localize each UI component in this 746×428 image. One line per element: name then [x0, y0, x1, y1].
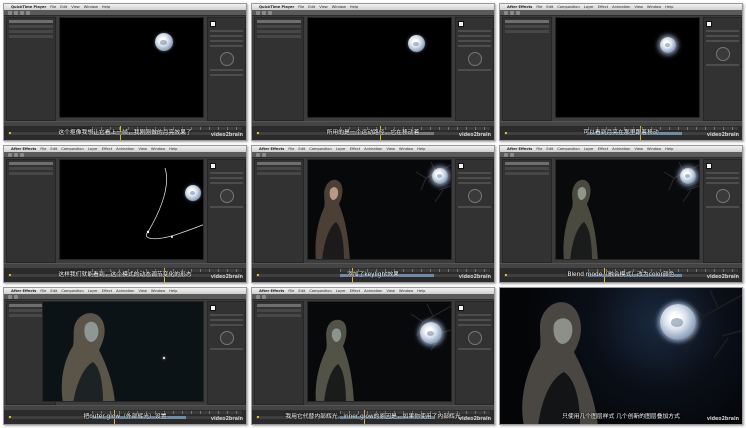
moon [432, 168, 448, 184]
frame-4[interactable]: After Effects File Edit Composition Laye… [3, 145, 247, 283]
composition-viewer[interactable] [59, 159, 204, 260]
selection-tool-icon[interactable] [8, 11, 12, 15]
watermark-logo: video2brain [210, 417, 243, 422]
watermark-logo: video2brain [210, 275, 243, 280]
woman-figure [315, 319, 354, 401]
zoom-tool-icon[interactable] [20, 11, 24, 15]
moon [660, 304, 696, 340]
hand-tool-icon[interactable] [14, 295, 18, 299]
frame-2[interactable]: QuickTime Player File Edit View Window H… [251, 3, 495, 141]
toolbar [500, 10, 742, 16]
toolbar [252, 294, 494, 300]
selection-tool-icon[interactable] [8, 295, 12, 299]
composition-viewer[interactable] [42, 301, 204, 402]
tree-branches [683, 289, 742, 359]
subtitle: Blend mode（融合模式）改为color颜色 [567, 272, 675, 278]
subtitle: 添加了keylight效果 [347, 272, 399, 278]
final-render [500, 288, 742, 424]
zoom-tool-icon[interactable] [516, 11, 520, 15]
selection-tool-icon[interactable] [504, 11, 508, 15]
subtitle: 可以看到月亮在那里跟着移动 [583, 130, 659, 136]
subtitle: 这个抠像我想让它看上一帧，我刚刚做的月亮效果了 [58, 130, 192, 136]
effects-panel[interactable] [455, 17, 494, 121]
zoom-tool-icon[interactable] [20, 153, 24, 157]
composition-viewer[interactable] [307, 17, 452, 118]
watermark-logo: video2brain [458, 275, 491, 280]
star [163, 357, 165, 359]
effects-panel[interactable] [207, 301, 246, 405]
watermark-logo: video2brain [458, 417, 491, 422]
watermark-logo: video2brain [706, 133, 739, 138]
effects-panel[interactable] [207, 159, 246, 263]
selection-tool-icon[interactable] [504, 153, 508, 157]
project-panel[interactable] [502, 159, 552, 263]
selection-tool-icon[interactable] [256, 153, 260, 157]
selection-tool-icon[interactable] [8, 153, 12, 157]
effects-panel[interactable] [703, 17, 742, 121]
hand-tool-icon[interactable] [262, 295, 266, 299]
moon [680, 168, 696, 184]
selection-tool-icon[interactable] [256, 295, 260, 299]
project-panel[interactable] [254, 17, 304, 121]
project-panel[interactable] [6, 17, 56, 121]
project-panel[interactable] [254, 159, 304, 263]
hand-tool-icon[interactable] [14, 153, 18, 157]
moon [420, 322, 442, 344]
hand-tool-icon[interactable] [262, 153, 266, 157]
video-thumbnail-grid: QuickTime Player File Edit View Window H… [3, 3, 743, 425]
composition-viewer[interactable] [555, 17, 700, 118]
toolbar [4, 152, 246, 158]
toolbar [4, 294, 246, 300]
watermark-logo: video2brain [210, 133, 243, 138]
hand-tool-icon[interactable] [14, 11, 18, 15]
zoom-tool-icon[interactable] [268, 11, 272, 15]
watermark-logo: video2brain [706, 417, 739, 422]
project-panel[interactable] [254, 301, 304, 405]
frame-6[interactable]: After Effects File Edit Composition Laye… [499, 145, 743, 283]
subtitle: 把outer glow（外部辉光）设置 [83, 414, 167, 420]
watermark-logo: video2brain [458, 133, 491, 138]
subtitle: 这样我们就能看到，这个模式的动态调节变化的形态 [58, 272, 192, 278]
frame-3[interactable]: After Effects File Edit Composition Laye… [499, 3, 743, 141]
subtitle: 所用的是一个运动路径，它在移动着 [326, 130, 420, 136]
frame-9[interactable]: 只使用几个图层样式 几个创新的图层叠加方式 video2brain [499, 287, 743, 425]
motion-path[interactable] [60, 160, 204, 260]
effects-panel[interactable] [455, 301, 494, 405]
moon [155, 33, 173, 51]
hand-tool-icon[interactable] [510, 11, 514, 15]
frame-5[interactable]: After Effects File Edit Composition Laye… [251, 145, 495, 283]
toolbar [500, 152, 742, 158]
composition-viewer[interactable] [59, 17, 204, 118]
hand-tool-icon[interactable] [510, 153, 514, 157]
subtitle: 只使用几个图层样式 几个创新的图层叠加方式 [562, 414, 680, 420]
frame-1[interactable]: QuickTime Player File Edit View Window H… [3, 3, 247, 141]
toolbar [252, 152, 494, 158]
moon [185, 185, 201, 201]
moon [408, 35, 425, 52]
effects-panel[interactable] [703, 159, 742, 263]
composition-viewer[interactable] [555, 159, 700, 260]
frame-7[interactable]: After Effects File Edit Composition Laye… [3, 287, 247, 425]
moon [660, 37, 676, 53]
composition-viewer[interactable] [307, 301, 452, 402]
effects-panel[interactable] [207, 17, 246, 121]
toolbar [252, 10, 494, 16]
project-panel[interactable] [6, 159, 56, 263]
woman-figure [522, 302, 598, 424]
woman-figure [563, 179, 598, 259]
project-panel[interactable] [502, 17, 552, 121]
composition-viewer[interactable] [307, 159, 452, 260]
toolbar [4, 10, 246, 16]
frame-8[interactable]: After Effects File Edit Composition Laye… [251, 287, 495, 425]
effects-panel[interactable] [455, 159, 494, 263]
watermark-logo: video2brain [706, 275, 739, 280]
selection-tool-icon[interactable] [256, 11, 260, 15]
woman-figure [61, 313, 115, 401]
subtitle: 我用它代替内部辉光，inner glow的原因是，如果你使用了内部辉光 [285, 414, 461, 420]
pen-tool-icon[interactable] [26, 11, 30, 15]
woman-figure [315, 179, 350, 259]
hand-tool-icon[interactable] [262, 11, 266, 15]
